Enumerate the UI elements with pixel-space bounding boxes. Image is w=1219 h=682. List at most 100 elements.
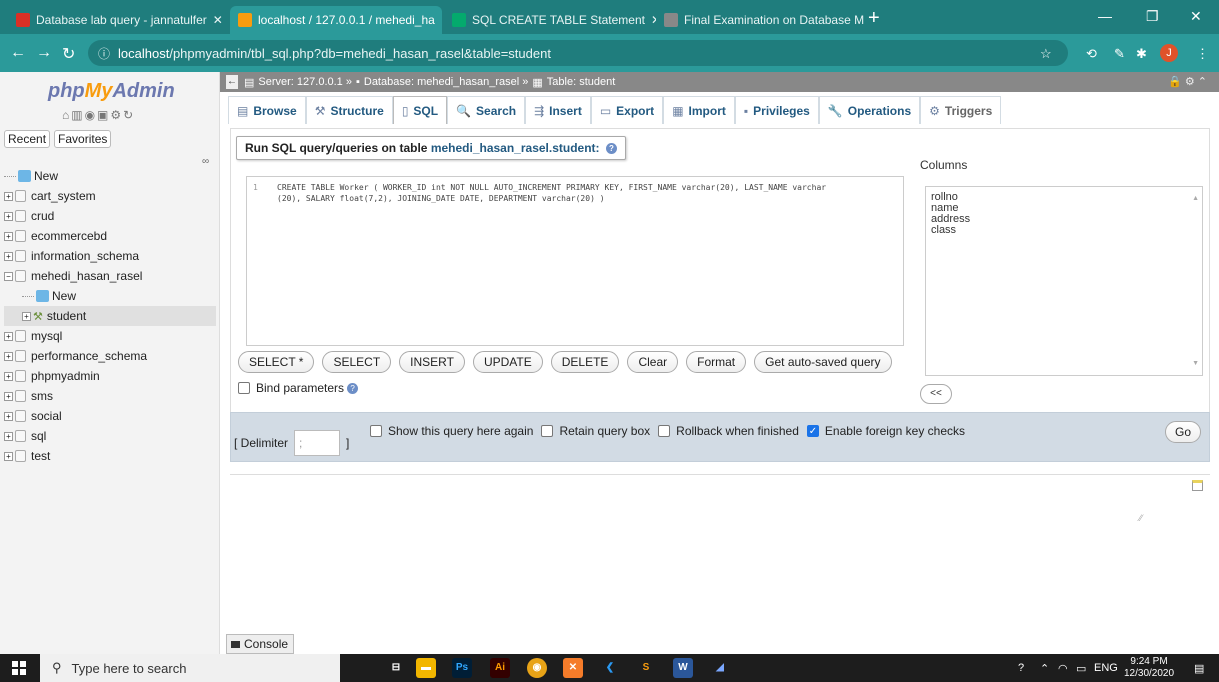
expand-icon[interactable]: + bbox=[4, 451, 13, 461]
tab-sql[interactable]: ▯ SQL bbox=[392, 96, 448, 124]
browser-tab-phpmyadmin[interactable]: localhost / 127.0.0.1 / mehedi_ha ✕ bbox=[230, 6, 442, 34]
star-icon[interactable]: ☆ bbox=[1040, 46, 1052, 62]
notes-icon[interactable] bbox=[1192, 480, 1203, 491]
extension-icon[interactable]: ⟲ bbox=[1086, 46, 1097, 62]
update-button[interactable]: UPDATE bbox=[472, 351, 543, 373]
tab-privileges[interactable]: ▪ Privileges bbox=[734, 96, 819, 124]
retain-box-checkbox[interactable] bbox=[541, 425, 554, 437]
tree-item-sms[interactable]: + sms bbox=[4, 386, 216, 406]
word-icon[interactable]: W bbox=[673, 658, 693, 678]
phpmyadmin-logo[interactable]: phpMyAdmin bbox=[48, 80, 175, 103]
profile-avatar[interactable]: J bbox=[1160, 44, 1178, 62]
recent-tab[interactable]: Recent bbox=[4, 130, 51, 148]
tab-search[interactable]: 🔍 Search bbox=[447, 96, 526, 124]
language-indicator[interactable]: ENG bbox=[1094, 662, 1118, 674]
collapse-icon[interactable]: − bbox=[4, 271, 13, 281]
column-option[interactable]: class bbox=[926, 225, 1202, 236]
column-option[interactable]: address bbox=[926, 214, 1202, 225]
show-query-option[interactable]: Show this query here again bbox=[370, 424, 533, 438]
task-view-icon[interactable]: ⊟ bbox=[386, 658, 406, 678]
bind-parameters-checkbox[interactable] bbox=[238, 382, 250, 394]
show-query-checkbox[interactable] bbox=[370, 425, 382, 437]
select-button[interactable]: SELECT * bbox=[238, 351, 315, 373]
chevron-up-icon[interactable]: ⌃ bbox=[1040, 662, 1049, 675]
reload-icon[interactable]: ↻ bbox=[62, 44, 75, 64]
sublime-icon[interactable]: S bbox=[636, 658, 656, 678]
clear-button[interactable]: Clear bbox=[627, 351, 679, 373]
tab-export[interactable]: ▭ Export bbox=[590, 96, 664, 124]
delete-button[interactable]: DELETE bbox=[550, 351, 620, 373]
menu-icon[interactable]: ⋮ bbox=[1196, 46, 1209, 62]
expand-icon[interactable]: + bbox=[4, 371, 13, 381]
close-icon[interactable]: ✕ bbox=[207, 13, 223, 27]
tree-item-ecommercebd[interactable]: + ecommercebd bbox=[4, 226, 216, 246]
extension-icon[interactable]: ✎ bbox=[1114, 46, 1125, 62]
expand-icon[interactable]: + bbox=[4, 351, 13, 361]
notification-icon[interactable]: ▤ bbox=[1194, 662, 1204, 675]
tree-item-student[interactable]: + ⚒ student bbox=[4, 306, 216, 326]
expand-icon[interactable]: + bbox=[4, 251, 13, 261]
favorites-tab[interactable]: Favorites bbox=[54, 130, 112, 148]
get-auto-saved-query-button[interactable]: Get auto-saved query bbox=[754, 351, 892, 373]
collapse-icon[interactable]: ← bbox=[226, 75, 238, 89]
clock[interactable]: 9:24 PM 12/30/2020 bbox=[1124, 656, 1174, 680]
retain-box-option[interactable]: Retain query box bbox=[541, 424, 650, 438]
close-icon[interactable]: ✕ bbox=[435, 13, 442, 27]
nav-toolbar-icons[interactable]: ⌂▥◉▣⚙↻ bbox=[62, 108, 135, 122]
columns-list[interactable]: ▲ ▼ rollno name address class bbox=[925, 186, 1203, 376]
tree-item-phpmyadmin[interactable]: + phpmyadmin bbox=[4, 366, 216, 386]
minimize-icon[interactable]: — bbox=[1098, 8, 1112, 24]
tree-item-new[interactable]: New bbox=[4, 166, 216, 186]
taskbar-search[interactable]: ⚲ Type here to search bbox=[40, 654, 340, 682]
tab-structure[interactable]: ⚒ Structure bbox=[305, 96, 393, 124]
go-button[interactable]: Go bbox=[1165, 421, 1201, 443]
resize-handle-icon[interactable]: ⁄⁄ bbox=[1139, 513, 1142, 524]
breadcrumb-database[interactable]: Database: mehedi_hasan_rasel » bbox=[364, 76, 529, 88]
settings-icons[interactable]: 🔒 ⚙ ⌃ bbox=[1168, 75, 1207, 88]
column-option[interactable]: rollno bbox=[926, 192, 1202, 203]
help-icon[interactable]: ? bbox=[605, 143, 617, 155]
back-arrow-icon[interactable]: ← bbox=[10, 44, 26, 62]
expand-icon[interactable]: + bbox=[22, 311, 31, 321]
app-icon[interactable]: ◢ bbox=[710, 658, 730, 678]
tree-item-mehedi-hasan-rasel[interactable]: − mehedi_hasan_rasel bbox=[4, 266, 216, 286]
foreign-keys-checkbox[interactable]: ✓ bbox=[806, 425, 819, 437]
forward-arrow-icon[interactable]: → bbox=[36, 44, 52, 62]
new-tab-icon[interactable]: + bbox=[868, 8, 880, 28]
insert-button[interactable]: INSERT bbox=[399, 351, 465, 373]
file-explorer-icon[interactable]: ▬ bbox=[416, 658, 436, 678]
insert-column-button[interactable]: << bbox=[920, 384, 952, 404]
tree-item-new[interactable]: New bbox=[4, 286, 216, 306]
browser-tab-gmail[interactable]: Database lab query - jannatulfer ✕ bbox=[8, 6, 228, 34]
windows-start-icon[interactable] bbox=[12, 661, 26, 675]
chrome-icon[interactable]: ◉ bbox=[527, 658, 547, 678]
tree-item-performance-schema[interactable]: + performance_schema bbox=[4, 346, 216, 366]
tree-item-cart-system[interactable]: + cart_system bbox=[4, 186, 216, 206]
select-button[interactable]: SELECT bbox=[322, 351, 392, 373]
illustrator-icon[interactable]: Ai bbox=[490, 658, 510, 678]
url-field[interactable]: ⓘ localhost/phpmyadmin/tbl_sql.php?db=me… bbox=[88, 40, 1068, 66]
battery-icon[interactable]: ▭ bbox=[1076, 662, 1086, 675]
tab-browse[interactable]: ▤ Browse bbox=[228, 96, 306, 124]
scroll-up-icon[interactable]: ▲ bbox=[1192, 195, 1199, 202]
tab-operations[interactable]: 🔧 Operations bbox=[818, 96, 921, 124]
photoshop-icon[interactable]: Ps bbox=[452, 658, 472, 678]
expand-icon[interactable]: + bbox=[4, 231, 13, 241]
tree-item-social[interactable]: + social bbox=[4, 406, 216, 426]
format-button[interactable]: Format bbox=[686, 351, 747, 373]
wifi-icon[interactable]: ◠ bbox=[1058, 662, 1068, 675]
expand-icon[interactable]: + bbox=[4, 431, 13, 441]
foreign-keys-option[interactable]: ✓ Enable foreign key checks bbox=[806, 424, 965, 438]
window-close-icon[interactable]: ✕ bbox=[1190, 8, 1202, 25]
browser-tab-w3schools[interactable]: SQL CREATE TABLE Statement ✕ bbox=[444, 6, 656, 34]
delimiter-input[interactable] bbox=[294, 430, 341, 456]
expand-icon[interactable]: + bbox=[4, 391, 13, 401]
rollback-checkbox[interactable] bbox=[658, 425, 671, 437]
browser-tab-classroom[interactable]: Final Examination on Database M ✕ bbox=[656, 6, 864, 34]
tree-item-mysql[interactable]: + mysql bbox=[4, 326, 216, 346]
tab-insert[interactable]: ⇶ Insert bbox=[525, 96, 591, 124]
tree-item-sql[interactable]: + sql bbox=[4, 426, 216, 446]
rollback-option[interactable]: Rollback when finished bbox=[658, 424, 799, 438]
sql-query-editor[interactable]: 1 CREATE TABLE Worker ( WORKER_ID int NO… bbox=[246, 176, 1142, 524]
bind-parameters-row[interactable]: Bind parameters ? bbox=[238, 381, 359, 395]
